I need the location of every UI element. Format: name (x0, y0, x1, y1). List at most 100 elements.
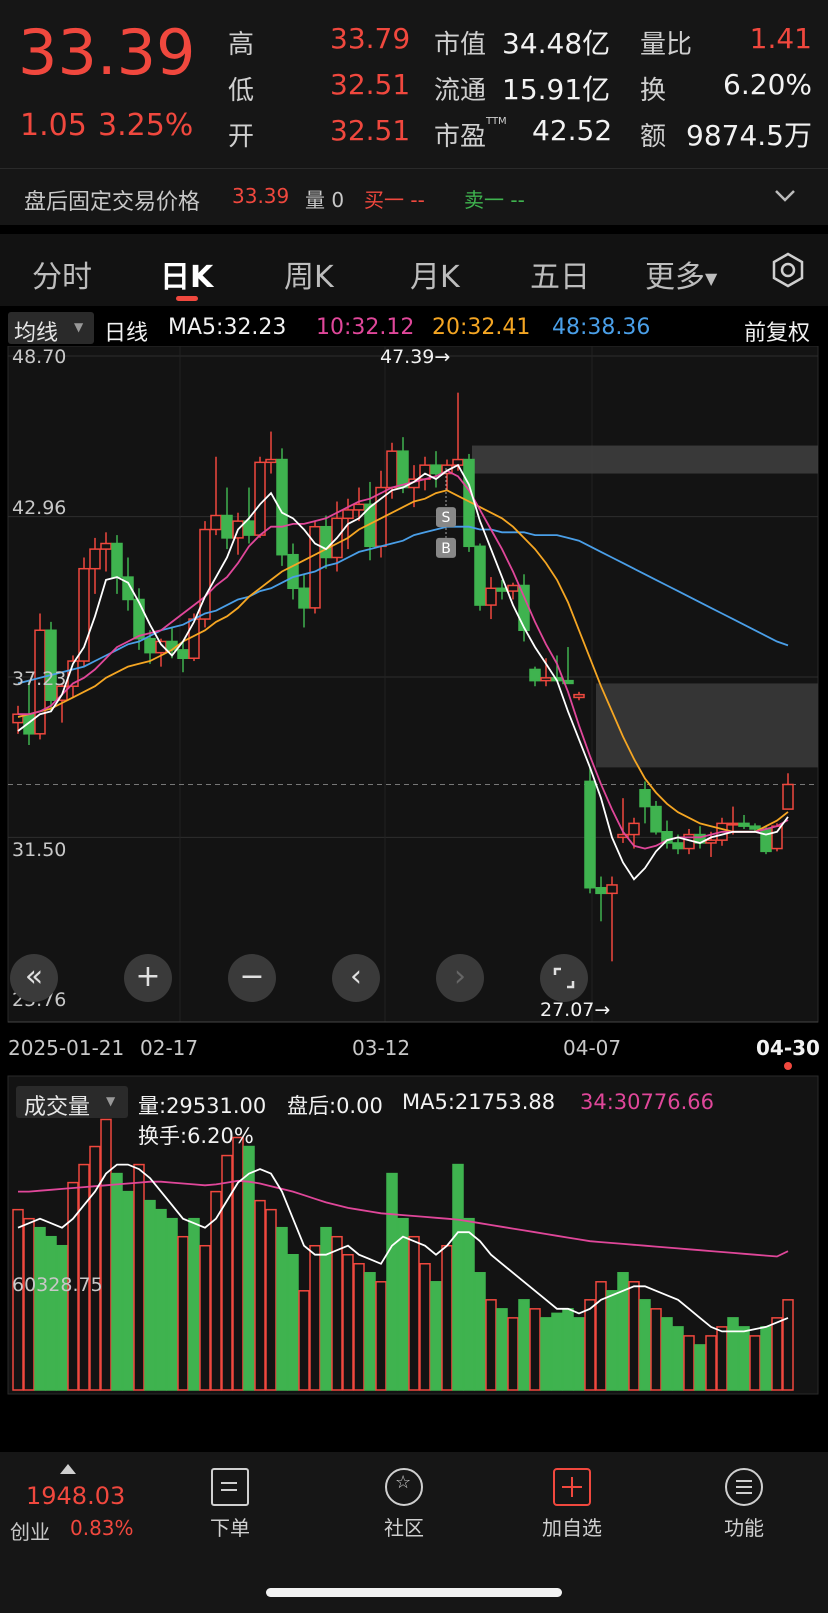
volume-bar (496, 1308, 508, 1391)
period-tabs: 分时 日K 周K 月K 五日 更多▼ (0, 234, 828, 306)
nav-community[interactable]: ☆ 社区 (344, 1452, 464, 1541)
date-axis-label-2: 02-17 (140, 1036, 199, 1060)
volume-bar (342, 1253, 354, 1391)
candle-body (144, 637, 156, 654)
candle-body (397, 450, 409, 489)
nav-functions[interactable]: 功能 (684, 1452, 804, 1541)
add-icon (553, 1468, 591, 1506)
candle-body (529, 668, 541, 682)
zoom-in-button[interactable]: + (124, 954, 172, 1002)
tab-five-day[interactable]: 五日 (530, 252, 590, 296)
candle-body (23, 713, 35, 735)
market-cap-value: 34.48亿 (502, 27, 611, 60)
after-hours-volume: 量 0 (305, 188, 345, 212)
volume-bar (386, 1172, 398, 1391)
turnover-value: 6.20% (723, 68, 812, 101)
volume-bar (683, 1335, 695, 1391)
pe-label: 市盈TTM (434, 116, 507, 153)
nav-community-label: 社区 (384, 1516, 424, 1540)
price-axis-label-2: 42.96 (12, 497, 67, 519)
candle-body (342, 509, 354, 520)
indicator-selector[interactable]: 均线 ▼ (8, 312, 94, 346)
candle-body (749, 825, 761, 830)
zoom-out-button[interactable]: − (228, 954, 276, 1002)
volume-bar (584, 1299, 596, 1391)
candle-body (540, 677, 552, 682)
caret-down-icon: ▼ (74, 320, 84, 334)
volume-bar (771, 1317, 783, 1391)
volume-bar (232, 1136, 244, 1391)
candle-body (738, 822, 750, 827)
candle-body (628, 822, 640, 836)
volume-bar (551, 1312, 563, 1391)
high-label: 高 (228, 30, 255, 60)
volume-bar (144, 1199, 156, 1391)
volume-selector-label: 成交量 (24, 1095, 91, 1120)
turnover-label: 换 (640, 76, 667, 106)
nav-add-watchlist[interactable]: 加自选 (512, 1452, 632, 1541)
fullscreen-icon[interactable] (540, 954, 588, 1002)
turnover-rate: 换手:6.20% (138, 1124, 254, 1148)
volume-bar (474, 1272, 486, 1391)
tab-fenshi[interactable]: 分时 (32, 252, 92, 296)
low-value: 32.51 (330, 68, 411, 101)
gap-zone (596, 683, 818, 768)
index-pct: 0.83% (70, 1516, 134, 1540)
price-change-pct: 3.25% (98, 108, 194, 143)
volume-selector[interactable]: 成交量 ▼ (16, 1086, 128, 1120)
step-back-button[interactable]: ‹ (332, 954, 380, 1002)
candle-body (771, 825, 783, 850)
step-forward-button[interactable]: › (436, 954, 484, 1002)
candle-body (782, 783, 794, 810)
index-value: 1948.03 (26, 1482, 126, 1510)
candle-body (496, 587, 508, 592)
date-axis-label-3: 03-12 (352, 1036, 411, 1060)
after-hours-price: 33.39 (232, 184, 290, 208)
nav-order[interactable]: 下单 (170, 1452, 290, 1541)
latest-dot (784, 1062, 792, 1070)
nav-order-label: 下单 (210, 1516, 250, 1540)
after-hours-label: 盘后固定交易价格 (24, 190, 201, 215)
volume-bar (694, 1344, 706, 1391)
settings-icon[interactable] (768, 250, 808, 290)
volume-value: 量:29531.00 (138, 1094, 267, 1118)
volume-bar (452, 1163, 464, 1391)
candle-body (606, 884, 618, 895)
candle-body (89, 548, 101, 570)
indicator-selector-label: 均线 (14, 321, 59, 346)
tab-monthly-k[interactable]: 月K (410, 252, 460, 296)
volume-bar (628, 1281, 640, 1391)
index-ticker[interactable]: 1948.03 创业 0.83% (0, 1452, 150, 1562)
low-price-annotation: 27.07→ (540, 999, 611, 1021)
tab-weekly-k[interactable]: 周K (284, 252, 334, 296)
volume-bar (287, 1253, 299, 1391)
pe-value: 42.52 (532, 114, 613, 147)
float-value: 15.91亿 (502, 73, 611, 106)
candlestick-chart[interactable]: SB (0, 346, 828, 1436)
chevron-down-icon[interactable] (772, 182, 798, 208)
fast-backward-button[interactable]: « (10, 954, 58, 1002)
tab-daily-k[interactable]: 日K (160, 252, 213, 296)
header-divider (0, 168, 828, 169)
volume-bar (639, 1299, 651, 1391)
after-hours-buy: 买一 -- (364, 188, 425, 212)
ma5-value: MA5:32.23 (168, 315, 287, 340)
tab-more-label: 更多 (645, 260, 705, 295)
open-label: 开 (228, 122, 255, 152)
candle-body (595, 886, 607, 895)
volume-bar (749, 1335, 761, 1391)
volume-bar (705, 1335, 717, 1391)
candle-body (705, 839, 717, 844)
volume-bar (111, 1172, 123, 1391)
ma10-value: 10:32.12 (316, 315, 415, 340)
volume-bar (100, 1118, 112, 1391)
ma20-value: 20:32.41 (432, 315, 531, 340)
last-price: 33.39 (18, 16, 196, 89)
candle-body (111, 542, 123, 578)
volume-bar (661, 1317, 673, 1391)
tab-more[interactable]: 更多▼ (645, 252, 717, 296)
adjust-toggle[interactable]: 前复权 (744, 315, 810, 347)
price-axis-label-4: 31.50 (12, 839, 67, 861)
volume-bar (375, 1281, 387, 1391)
volume-bar (353, 1263, 365, 1391)
